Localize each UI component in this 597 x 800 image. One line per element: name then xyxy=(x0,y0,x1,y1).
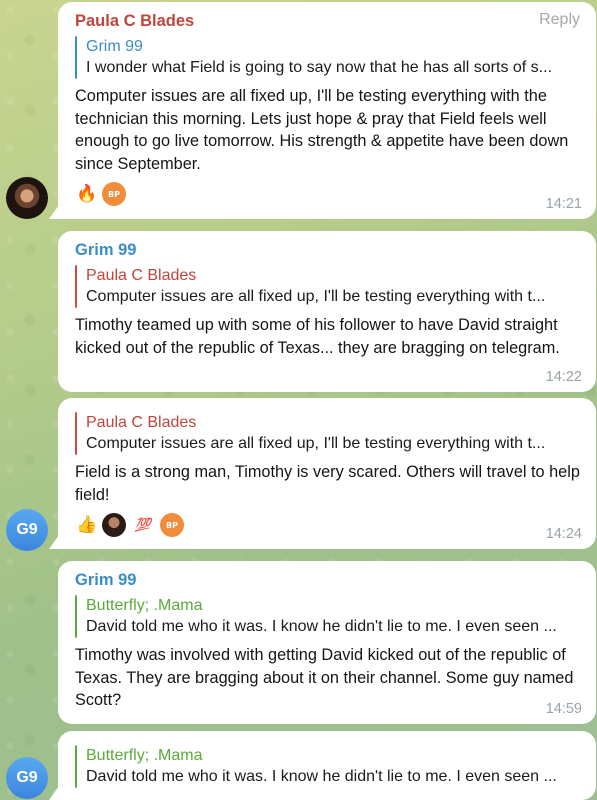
reactions-bar: 🔥 BP xyxy=(75,182,582,206)
message-bubble[interactable]: Paula C Blades Computer issues are all f… xyxy=(58,398,596,549)
message-time: 14:22 xyxy=(545,369,582,385)
sender-name[interactable]: Grim 99 xyxy=(75,239,582,261)
fire-reaction-icon[interactable]: 🔥 xyxy=(75,182,99,206)
message-text: Timothy was involved with getting David … xyxy=(75,646,574,709)
reactions-bar: 👍 💯 BP xyxy=(75,513,582,537)
user-avatar[interactable] xyxy=(6,177,48,219)
reply-quote[interactable]: Butterfly; .Mama David told me who it wa… xyxy=(75,595,582,638)
quote-text: David told me who it was. I know he didn… xyxy=(86,618,557,635)
user-avatar[interactable]: G9 xyxy=(6,509,48,551)
quote-sender-name: Butterfly; .Mama xyxy=(86,597,203,614)
message-bubble[interactable]: Paula C Blades Reply Grim 99 I wonder wh… xyxy=(58,2,596,219)
reactor-avatar[interactable] xyxy=(102,513,126,537)
message-time: 14:21 xyxy=(545,196,582,212)
reply-quote[interactable]: Butterfly; .Mama David told me who it wa… xyxy=(75,745,582,788)
message-text: Timothy teamed up with some of his follo… xyxy=(75,316,560,357)
quote-sender-name: Paula C Blades xyxy=(86,414,197,431)
quote-sender-name: Grim 99 xyxy=(86,38,143,55)
user-avatar[interactable]: G9 xyxy=(6,757,48,799)
message-bubble[interactable]: Butterfly; .Mama David told me who it wa… xyxy=(58,731,596,800)
message-bubble[interactable]: Grim 99 Paula C Blades Computer issues a… xyxy=(58,231,596,392)
hundred-reaction-icon[interactable]: 💯 xyxy=(129,513,157,537)
quote-sender-name: Butterfly; .Mama xyxy=(86,747,203,764)
reply-quote[interactable]: Paula C Blades Computer issues are all f… xyxy=(75,265,582,308)
sender-name[interactable]: Paula C Blades xyxy=(75,10,582,32)
message-text: Computer issues are all fixed up, I'll b… xyxy=(75,87,569,173)
thumbs-up-reaction-icon[interactable]: 👍 xyxy=(75,513,99,537)
quote-sender-name: Paula C Blades xyxy=(86,267,197,284)
quote-text: Computer issues are all fixed up, I'll b… xyxy=(86,288,546,305)
sender-name[interactable]: Grim 99 xyxy=(75,569,582,591)
reply-button[interactable]: Reply xyxy=(539,11,580,29)
quote-text: I wonder what Field is going to say now … xyxy=(86,59,553,76)
reply-quote[interactable]: Paula C Blades Computer issues are all f… xyxy=(75,412,582,455)
bp-reactor-avatar[interactable]: BP xyxy=(102,182,126,206)
quote-text: Computer issues are all fixed up, I'll b… xyxy=(86,435,546,452)
bp-reactor-avatar[interactable]: BP xyxy=(160,513,184,537)
quote-text: David told me who it was. I know he didn… xyxy=(86,768,557,785)
reply-quote[interactable]: Grim 99 I wonder what Field is going to … xyxy=(75,36,582,79)
message-text: Field is a strong man, Timothy is very s… xyxy=(75,463,580,504)
message-time: 14:59 xyxy=(545,701,582,717)
message-bubble[interactable]: Grim 99 Butterfly; .Mama David told me w… xyxy=(58,561,596,724)
message-time: 14:24 xyxy=(545,526,582,542)
